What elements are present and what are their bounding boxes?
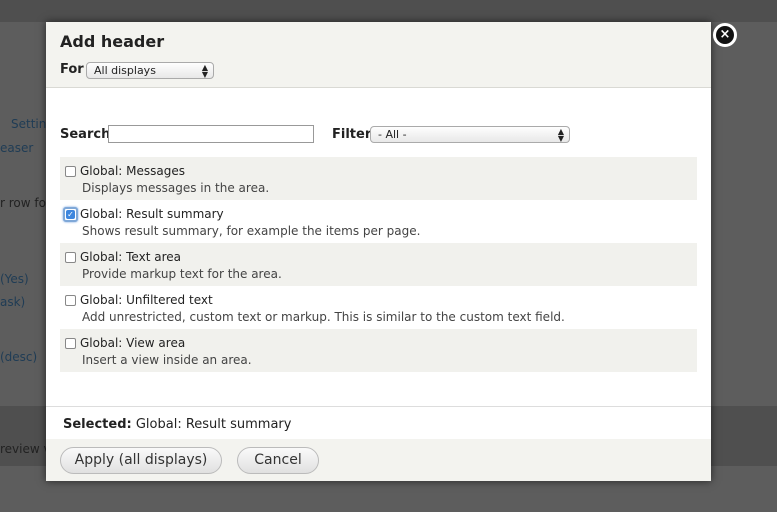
close-icon: ×	[716, 26, 734, 44]
for-label: For	[60, 62, 84, 77]
background-link: (desc)	[0, 350, 38, 364]
option-checkbox[interactable]: ✓	[63, 207, 78, 222]
background-text: review v	[0, 442, 51, 456]
option-checkbox[interactable]	[65, 295, 76, 306]
background-text: r row fo	[0, 196, 46, 210]
dialog-body: Search Filter - All - ▲ ▼ Global: Message…	[46, 89, 711, 405]
option-title: Global: Unfiltered text	[80, 293, 213, 307]
filter-select[interactable]: - All - ▲ ▼	[370, 126, 570, 143]
add-header-dialog: Add header For All displays ▲ ▼ Search Fi…	[46, 22, 711, 481]
list-item[interactable]: Global: View area Insert a view inside a…	[60, 329, 697, 372]
background-link: ask)	[0, 295, 26, 309]
option-description: Add unrestricted, custom text or markup.…	[82, 310, 565, 324]
option-title: Global: Messages	[80, 164, 185, 178]
list-item[interactable]: Global: Messages Displays messages in th…	[60, 157, 697, 200]
option-checkbox[interactable]	[65, 252, 76, 263]
checkmark-icon: ✓	[66, 210, 75, 219]
select-arrows-icon: ▲ ▼	[557, 127, 564, 143]
apply-button[interactable]: Apply (all displays)	[60, 447, 222, 474]
filter-select-value: - All -	[378, 128, 407, 141]
list-item[interactable]: Global: Text area Provide markup text fo…	[60, 243, 697, 286]
dialog-footer: Apply (all displays) Cancel	[46, 439, 711, 481]
list-item[interactable]: Global: Unfiltered text Add unrestricted…	[60, 286, 697, 329]
select-arrows-icon: ▲ ▼	[201, 63, 208, 79]
option-title: Global: View area	[80, 336, 186, 350]
options-list: Global: Messages Displays messages in th…	[60, 157, 697, 372]
option-title: Global: Result summary	[80, 207, 224, 221]
cancel-button[interactable]: Cancel	[237, 447, 319, 474]
for-displays-select[interactable]: All displays ▲ ▼	[86, 62, 214, 79]
close-button[interactable]: ×	[713, 23, 737, 47]
search-label: Search	[60, 127, 111, 142]
filter-label: Filter	[332, 127, 372, 142]
option-checkbox[interactable]	[65, 166, 76, 177]
option-description: Shows result summary, for example the it…	[82, 224, 421, 238]
dialog-title: Add header	[60, 32, 165, 51]
selected-label: Selected:	[63, 417, 132, 432]
dialog-header: Add header For All displays ▲ ▼	[46, 22, 711, 88]
background-link: easer	[0, 141, 34, 155]
option-description: Displays messages in the area.	[82, 181, 270, 195]
list-item[interactable]: ✓ Global: Result summary Shows result su…	[60, 200, 697, 243]
selected-value: Global: Result summary	[135, 417, 292, 432]
option-title: Global: Text area	[80, 250, 181, 264]
option-description: Provide markup text for the area.	[82, 267, 282, 281]
option-checkbox[interactable]	[65, 338, 76, 349]
option-description: Insert a view inside an area.	[82, 353, 252, 367]
selected-summary: Selected: Global: Result summary	[46, 406, 711, 439]
search-input[interactable]	[108, 125, 314, 143]
for-displays-value: All displays	[94, 64, 156, 77]
background-link: (Yes)	[0, 272, 29, 286]
background-link: Settin	[11, 117, 47, 131]
background-band	[0, 0, 777, 22]
